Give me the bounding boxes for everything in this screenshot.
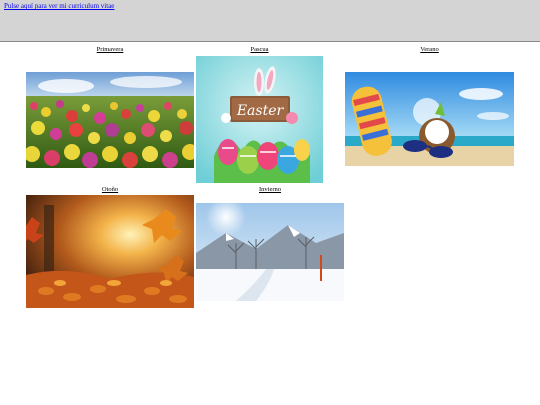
easter-eggs-image[interactable]: Easter: [196, 56, 323, 183]
easter-sign-text: Easter: [236, 103, 285, 119]
winter-snow-image[interactable]: [196, 203, 344, 301]
top-banner: Pulse aquí para ver mi curriculum vitae: [0, 0, 540, 42]
autumn-leaves-image[interactable]: [26, 195, 194, 308]
summer-beach-image[interactable]: [345, 72, 514, 166]
caption-otono: Otoño: [101, 186, 119, 193]
caption-invierno: Invierno: [258, 186, 282, 193]
caption-verano: Verano: [420, 46, 439, 53]
curriculum-link[interactable]: Pulse aquí para ver mi curriculum vitae: [4, 2, 114, 10]
spring-flowers-image[interactable]: [26, 72, 194, 168]
caption-primavera: Primavera: [96, 46, 124, 53]
caption-pascua: Pascua: [250, 46, 269, 53]
